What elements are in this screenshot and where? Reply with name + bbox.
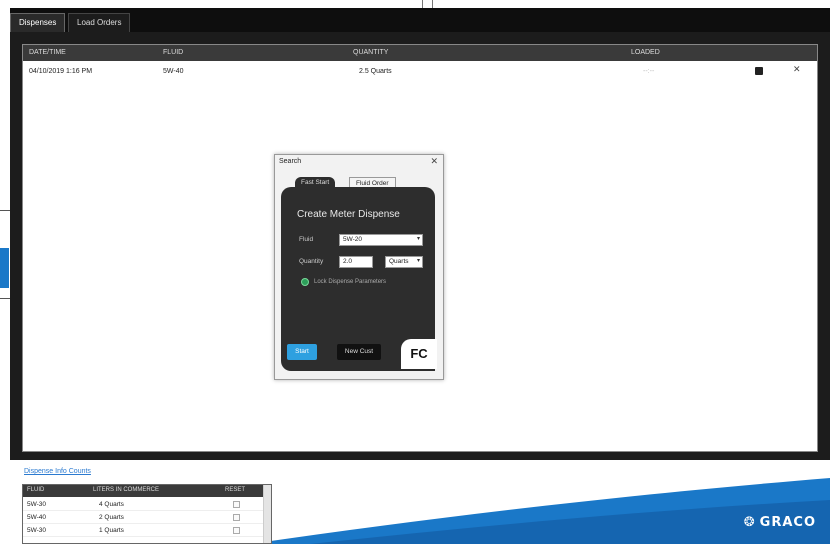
mini-cell-fluid: 5W-30 [27,501,47,508]
unit-select[interactable]: Quarts ▾ [385,256,423,268]
background-tick [422,0,423,8]
column-header-fluid[interactable]: FLUID [163,49,183,56]
fluid-select-value: 5W-20 [343,236,363,243]
background-divider [0,298,10,299]
cell-fluid: 5W-40 [163,68,184,75]
graco-mark-icon: ❂ [743,515,756,530]
unit-select-value: Quarts [389,258,409,265]
mini-cell-fluid: 5W-30 [27,527,47,534]
cell-loaded: --:-- [643,68,655,75]
mini-cell-qty: 4 Quarts [99,501,124,508]
dialog-heading: Create Meter Dispense [297,209,400,220]
close-icon[interactable]: ✕ [430,156,438,167]
table-row[interactable]: 04/10/2019 1:16 PM 5W-40 2.5 Quarts --:-… [23,64,817,80]
cell-datetime: 04/10/2019 1:16 PM [29,68,93,75]
mini-cell-qty: 2 Quarts [99,514,124,521]
mini-header-reset: RESET [225,487,246,493]
background-divider [0,210,10,211]
chevron-down-icon: ▾ [416,258,420,264]
list-item[interactable]: 5W-40 2 Quarts [23,511,271,524]
graco-logo: ❂ GRACO [744,515,816,530]
fluid-label: Fluid [299,236,314,243]
lock-params-label: Lock Dispense Parameters [314,279,387,285]
quantity-label: Quantity [299,258,324,265]
mini-cell-fluid: 5W-40 [27,514,47,521]
new-customer-button[interactable]: New Cust [337,344,381,360]
list-item[interactable]: 5W-30 1 Quarts [23,524,271,537]
reset-checkbox[interactable] [233,501,240,508]
list-item[interactable]: 5W-30 4 Quarts [23,498,271,511]
fc-badge: FC [401,339,437,369]
tab-bar: Dispenses Load Orders [10,8,830,32]
save-icon[interactable] [755,67,763,75]
cancel-icon[interactable]: ✕ [793,64,801,74]
quantity-input[interactable]: 2.0 [339,256,373,268]
table-header: DATE/TIME FLUID QUANTITY LOADED [23,45,817,61]
column-header-quantity[interactable]: QUANTITY [353,49,388,56]
fluid-count-table: FLUID LITERS IN COMMERCE RESET 5W-30 4 Q… [22,484,272,544]
column-header-loaded[interactable]: LOADED [631,49,660,56]
mini-cell-qty: 1 Quarts [99,527,124,534]
background-tick [432,0,433,8]
column-header-datetime[interactable]: DATE/TIME [29,49,66,56]
start-button[interactable]: Start [287,344,317,360]
lock-params-radio[interactable] [301,278,309,286]
dispense-info-link[interactable]: Dispense Info Counts [24,468,91,475]
reset-checkbox[interactable] [233,514,240,521]
background-blue-accent [0,248,9,288]
mini-table-header: FLUID LITERS IN COMMERCE RESET [23,485,271,497]
chevron-down-icon: ▾ [416,236,420,242]
reset-checkbox[interactable] [233,527,240,534]
footer-area: Dispense Info Counts FLUID LITERS IN COM… [10,460,830,544]
create-dispense-dialog: Search ✕ Fast Start Fluid Order Create M… [274,154,444,380]
brand-name: GRACO [759,515,816,530]
cell-quantity: 2.5 Quarts [359,68,392,75]
mini-header-fluid: FLUID [27,487,45,493]
tab-load-orders[interactable]: Load Orders [68,13,131,32]
mini-header-liters: LITERS IN COMMERCE [93,487,160,493]
tab-dispenses[interactable]: Dispenses [10,13,66,32]
dialog-title: Search [279,158,302,165]
fluid-select[interactable]: 5W-20 ▾ [339,234,423,246]
mini-table-scrollbar[interactable] [263,485,271,543]
